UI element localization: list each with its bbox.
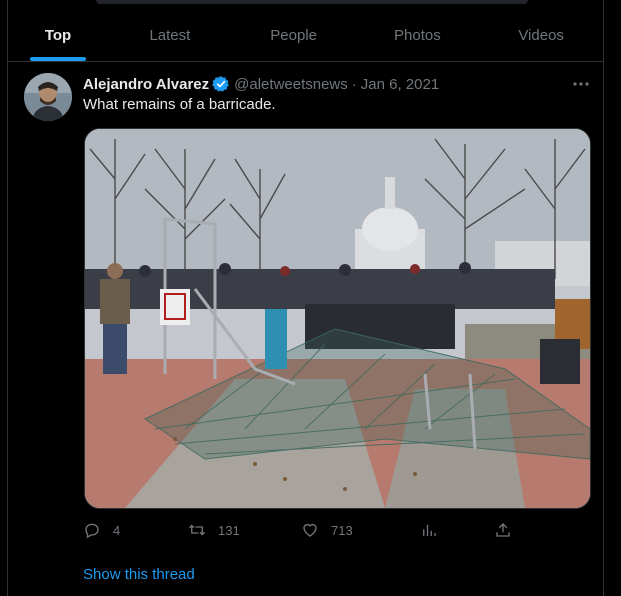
- tweet-actions: 4 131 713: [83, 520, 513, 540]
- share-icon: [496, 523, 510, 537]
- avatar[interactable]: [24, 73, 72, 121]
- tab-videos[interactable]: Videos: [479, 10, 603, 61]
- search-bar[interactable]: [96, 0, 528, 4]
- header-separator: ·: [351, 75, 357, 93]
- timeline-column: Top Latest People Photos Videos Alejandr…: [7, 0, 604, 596]
- barricade-photo: [85, 129, 590, 508]
- author-name[interactable]: Alejandro Alvarez: [83, 76, 209, 93]
- retweet-button[interactable]: 131: [188, 521, 301, 539]
- retweet-icon: [189, 524, 205, 536]
- show-thread-link[interactable]: Show this thread: [83, 566, 195, 583]
- more-icon[interactable]: [571, 74, 591, 94]
- tab-photos[interactable]: Photos: [356, 10, 480, 61]
- author-handle[interactable]: @aletweetsnews: [234, 76, 348, 93]
- search-tabs: Top Latest People Photos Videos: [8, 10, 603, 62]
- reply-icon: [85, 523, 99, 539]
- views-icon: [423, 524, 436, 536]
- reply-button[interactable]: 4: [83, 521, 188, 539]
- tab-latest[interactable]: Latest: [108, 10, 232, 61]
- tweet-date[interactable]: Jan 6, 2021: [361, 76, 439, 93]
- verified-badge-icon: [212, 75, 230, 93]
- tab-people[interactable]: People: [232, 10, 356, 61]
- share-button[interactable]: [494, 521, 512, 539]
- heart-icon: [303, 523, 317, 537]
- like-count: 713: [331, 522, 353, 538]
- reply-count: 4: [113, 522, 121, 538]
- like-button[interactable]: 713: [301, 521, 420, 539]
- tab-top[interactable]: Top: [8, 10, 108, 61]
- views-button[interactable]: [420, 521, 494, 539]
- tweet-photo[interactable]: [84, 128, 591, 509]
- retweet-count: 131: [218, 522, 240, 538]
- tweet-text: What remains of a barricade.: [83, 96, 276, 113]
- tweet-header: Alejandro Alvarez @aletweetsnews · Jan 6…: [83, 73, 439, 95]
